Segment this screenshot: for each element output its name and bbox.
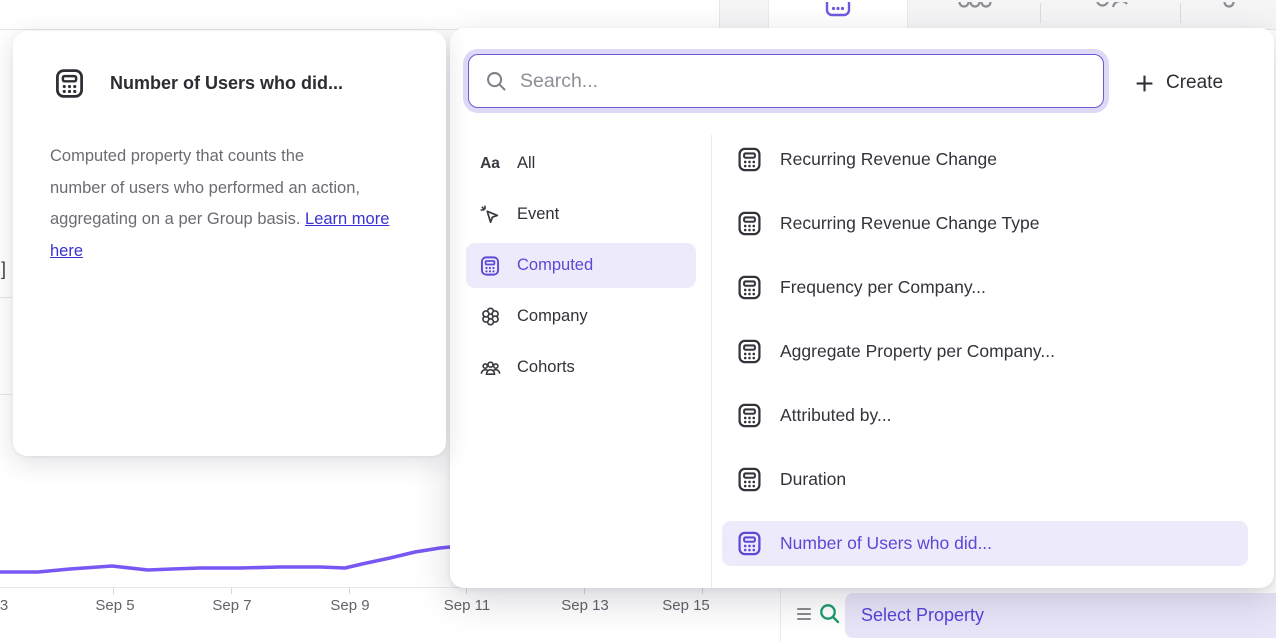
- x-axis-label: Sep 9: [310, 597, 390, 614]
- property-row[interactable]: Aggregate Property per Company...: [722, 329, 1248, 374]
- retention-icon: [1091, 2, 1131, 16]
- x-axis-label: Sep 7: [192, 597, 272, 614]
- property-search-icon: [818, 602, 842, 626]
- calculator-icon: [478, 255, 502, 277]
- property-label: Aggregate Property per Company...: [780, 341, 1055, 362]
- search-icon: [485, 70, 508, 93]
- calculator-icon: [736, 210, 763, 237]
- trend-line-chart: [0, 533, 470, 591]
- company-icon: [478, 305, 502, 328]
- property-label: Frequency per Company...: [780, 277, 986, 298]
- panel-divider: [711, 135, 712, 588]
- category-label: Computed: [517, 256, 593, 275]
- calculator-icon: [736, 146, 763, 173]
- property-row[interactable]: Frequency per Company...: [722, 265, 1248, 310]
- event-cursor-icon: [478, 204, 502, 226]
- create-button-label: Create: [1166, 72, 1223, 94]
- category-company[interactable]: Company: [466, 294, 696, 339]
- category-all[interactable]: Aa All: [466, 141, 696, 186]
- category-cohorts[interactable]: Cohorts: [466, 345, 696, 390]
- property-label: Number of Users who did...: [780, 533, 992, 554]
- calculator-icon: [736, 402, 763, 429]
- x-axis-label: Sep 15: [646, 597, 726, 614]
- picker-search-box: [468, 54, 1104, 108]
- drag-handle-icon[interactable]: [797, 608, 811, 623]
- bar-chart-icon: [957, 2, 993, 16]
- tooltip-description: Computed property that counts the number…: [50, 141, 402, 267]
- select-property-button[interactable]: Select Property: [845, 593, 1276, 638]
- x-axis-tick: [466, 587, 467, 594]
- search-input[interactable]: [520, 61, 1103, 101]
- description-line: aggregating on a per Group basis.: [50, 210, 305, 228]
- property-row[interactable]: Attributed by...: [722, 393, 1248, 438]
- calculator-icon: [736, 530, 763, 557]
- property-picker-panel: Create Aa All Event: [450, 28, 1274, 588]
- x-axis-tick: [231, 587, 232, 594]
- property-label: Attributed by...: [780, 405, 892, 426]
- x-axis-tick: [349, 587, 350, 594]
- x-axis-tick: [702, 587, 703, 594]
- plus-icon: [1134, 73, 1155, 94]
- x-axis-label: Sep 5: [75, 597, 155, 614]
- x-axis-label: Sep 11: [427, 597, 507, 614]
- flows-icon: [1221, 2, 1237, 14]
- text-format-icon: Aa: [478, 155, 502, 173]
- occluded-row-divider: [0, 394, 12, 395]
- property-label: Duration: [780, 469, 846, 490]
- category-event[interactable]: Event: [466, 192, 696, 237]
- property-row-selected[interactable]: Number of Users who did...: [722, 521, 1248, 566]
- tab-flows[interactable]: [1181, 0, 1276, 29]
- x-axis-label: Sep 13: [545, 597, 625, 614]
- tooltip-title: Number of Users who did...: [110, 73, 420, 94]
- calculator-icon: [736, 274, 763, 301]
- cohorts-icon: [478, 356, 502, 379]
- occluded-row-divider: [0, 297, 12, 298]
- property-row[interactable]: Duration: [722, 457, 1248, 502]
- category-label: Cohorts: [517, 358, 575, 377]
- property-label: Recurring Revenue Change Type: [780, 213, 1039, 234]
- property-row[interactable]: Recurring Revenue Change Type: [722, 201, 1248, 246]
- create-button[interactable]: Create: [1134, 68, 1223, 98]
- x-axis-tick: [113, 587, 114, 594]
- category-label: Company: [517, 307, 588, 326]
- property-selector-bar: Select Property: [781, 589, 1276, 642]
- select-property-label: Select Property: [861, 605, 984, 626]
- property-tooltip-card: Number of Users who did... Computed prop…: [13, 31, 446, 456]
- property-list: Recurring Revenue Change Recurring Reven…: [722, 137, 1248, 585]
- tab-retention[interactable]: [1041, 0, 1180, 29]
- category-list: Aa All Event: [466, 141, 696, 396]
- description-line: Computed property that counts the: [50, 141, 402, 173]
- occluded-text-fragment: ]: [1, 259, 6, 280]
- property-label: Recurring Revenue Change: [780, 149, 997, 170]
- tab-insights-selected[interactable]: [768, 0, 908, 29]
- app-window: ] 3 Sep 5 Sep 7 Sep 9 Sep 11 Sep 13 Sep …: [0, 0, 1276, 642]
- x-axis-tick: [584, 587, 585, 594]
- calculator-icon: [53, 67, 86, 100]
- category-label: All: [517, 154, 535, 173]
- insights-chart-icon: [823, 2, 853, 20]
- category-label: Event: [517, 205, 559, 224]
- description-line: number of users who performed an action,: [50, 173, 402, 205]
- tab-bar-chart[interactable]: [910, 0, 1040, 29]
- property-row[interactable]: Recurring Revenue Change: [722, 137, 1248, 182]
- trend-line: [0, 545, 470, 572]
- calculator-icon: [736, 338, 763, 365]
- category-computed[interactable]: Computed: [466, 243, 696, 288]
- calculator-icon: [736, 466, 763, 493]
- x-axis-label: 3: [0, 597, 44, 614]
- chart-type-tab-strip: [720, 0, 1276, 29]
